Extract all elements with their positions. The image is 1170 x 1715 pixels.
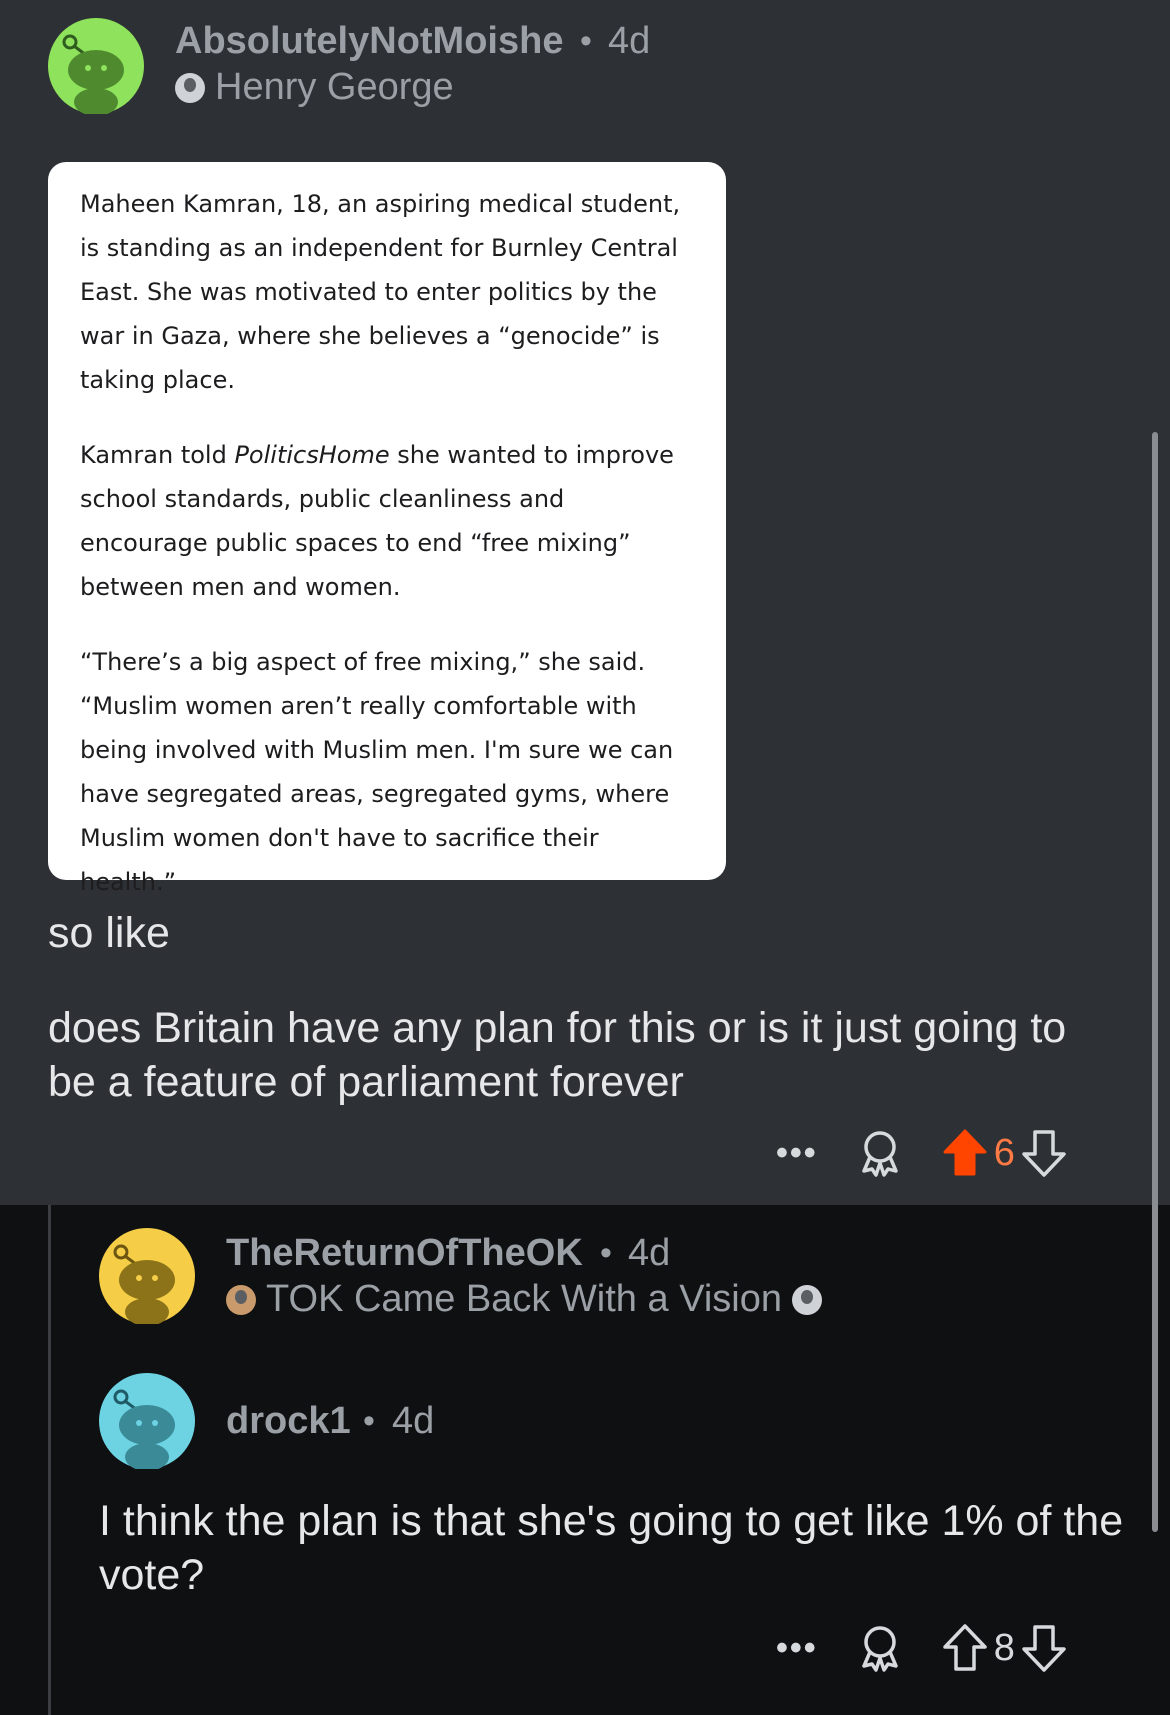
separator-dot: • <box>363 1402 375 1440</box>
quote-paragraph: Maheen Kamran, 18, an aspiring medical s… <box>80 190 681 394</box>
comment-body-line: so like <box>48 909 170 957</box>
post-age: 4d <box>608 20 651 62</box>
post-age: 4d <box>392 1400 435 1442</box>
username[interactable]: AbsolutelyNotMoishe <box>175 20 563 63</box>
comment-body: does Britain have any plan for this or i… <box>48 1004 1067 1106</box>
more-options-button[interactable]: ••• <box>776 1629 818 1668</box>
avatar[interactable] <box>99 1228 195 1324</box>
separator-dot: • <box>580 22 592 60</box>
flair-emoji-icon <box>792 1284 823 1315</box>
separator-dot: • <box>600 1234 612 1272</box>
flair-text: Henry George <box>215 66 454 108</box>
snoo-icon <box>113 1244 175 1324</box>
quote-image[interactable]: Maheen Kamran, 18, an aspiring medical s… <box>48 162 726 896</box>
comment-actions: ••• 8 <box>776 1623 1067 1673</box>
username[interactable]: drock1 <box>226 1400 351 1443</box>
quote-source: PoliticsHome <box>234 441 390 469</box>
thread-line[interactable] <box>48 1205 51 1715</box>
avatar[interactable] <box>48 18 144 114</box>
user-flair: Henry George <box>175 66 454 109</box>
vote-count: 8 <box>993 1626 1015 1669</box>
award-icon[interactable] <box>858 1129 902 1177</box>
flair-text: TOK Came Back With a Vision <box>266 1278 783 1320</box>
comment-actions: ••• 6 <box>776 1128 1067 1178</box>
user-flair: TOK Came Back With a Vision <box>226 1278 823 1321</box>
vote-count: 6 <box>993 1131 1015 1174</box>
more-options-button[interactable]: ••• <box>776 1134 818 1173</box>
award-icon[interactable] <box>858 1624 902 1672</box>
quote-paragraph: Kamran told PoliticsHome she wanted to i… <box>80 433 696 609</box>
post-age: 4d <box>628 1232 671 1274</box>
downvote-icon[interactable] <box>1021 1623 1067 1673</box>
parent-comment: AbsolutelyNotMoishe • 4d Henry George Ma… <box>0 0 1170 1205</box>
quote-text: Kamran told <box>80 441 235 469</box>
upvote-icon[interactable] <box>942 1128 988 1178</box>
snoo-icon <box>62 34 124 114</box>
flair-avatar-icon <box>226 1284 256 1315</box>
upvote-icon[interactable] <box>942 1623 988 1673</box>
snoo-icon <box>113 1389 175 1469</box>
avatar[interactable] <box>99 1373 195 1469</box>
flair-avatar-icon <box>175 72 205 103</box>
downvote-icon[interactable] <box>1021 1128 1067 1178</box>
username[interactable]: TheReturnOfTheOK <box>226 1232 583 1275</box>
comment-body: I think the plan is that she's going to … <box>99 1497 1124 1599</box>
scrollbar[interactable] <box>1152 432 1158 1532</box>
quote-paragraph: “There’s a big aspect of free mixing,” s… <box>80 648 674 896</box>
